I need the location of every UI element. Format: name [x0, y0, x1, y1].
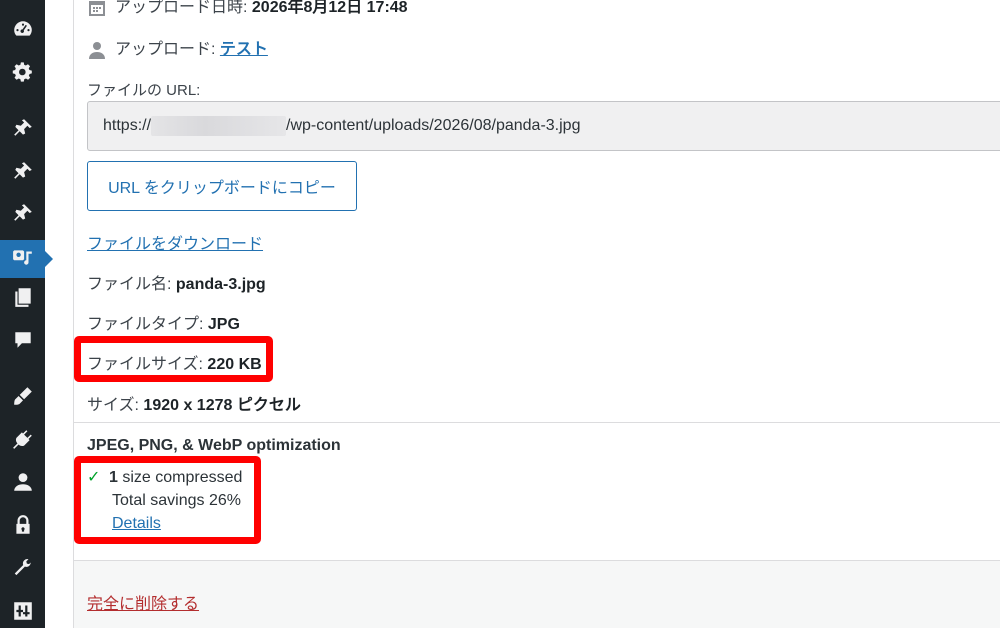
- file-name-row: ファイル名: panda-3.jpg: [87, 270, 266, 294]
- sidebar-item-dashboard[interactable]: [0, 14, 45, 48]
- sidebar-item-media[interactable]: [0, 240, 53, 278]
- comments-icon: [12, 329, 34, 356]
- media-icon: [12, 246, 34, 273]
- admin-sidebar: [0, 0, 53, 628]
- file-url-prefix: https://: [103, 117, 152, 134]
- sidebar-item-settings-top[interactable]: [0, 57, 45, 91]
- file-url-field[interactable]: https:// /wp-content/uploads/2026/08/pand…: [87, 101, 1000, 151]
- sidebar-item-pages[interactable]: [0, 282, 45, 316]
- upload-date-row: アップロード日時: 2026年8月12日 17:48: [87, 0, 408, 18]
- plugins-icon: [12, 428, 34, 455]
- pages-icon: [12, 286, 34, 313]
- file-name-label: ファイル名:: [87, 276, 172, 293]
- dimensions-label: サイズ:: [87, 397, 139, 414]
- dimensions-row: サイズ: 1920 x 1278 ピクセル: [87, 391, 301, 415]
- user-icon: [87, 40, 107, 60]
- compressed-row: ✓ 1 size compressed: [87, 466, 242, 489]
- pin-icon: [12, 160, 34, 187]
- optimization-title: JPEG, PNG, & WebP optimization: [87, 437, 341, 454]
- sidebar-item-posts[interactable]: [0, 113, 45, 147]
- copy-url-button[interactable]: URL をクリップボードにコピー: [87, 161, 357, 211]
- tools-icon: [12, 557, 34, 584]
- settings-icon: [12, 600, 34, 627]
- compressed-count: 1: [109, 469, 118, 486]
- uploader-link[interactable]: テスト: [220, 41, 268, 58]
- file-name-value: panda-3.jpg: [175, 276, 266, 293]
- file-type-label: ファイルタイプ:: [87, 316, 204, 333]
- download-file-link[interactable]: ファイルをダウンロード: [87, 230, 263, 254]
- file-url-label: ファイルの URL:: [87, 82, 201, 99]
- gear-icon: [12, 61, 34, 88]
- sidebar-item-settings[interactable]: [0, 596, 45, 628]
- file-url-path: /wp-content/uploads/2026/08/panda-3.jpg: [286, 117, 581, 134]
- total-savings: Total savings 26%: [112, 492, 241, 509]
- details-link[interactable]: Details: [112, 515, 161, 532]
- file-size-label: ファイルサイズ:: [87, 356, 203, 373]
- section-divider: [74, 422, 1000, 423]
- uploader-row: アップロード: テスト: [87, 35, 268, 60]
- uploader-label: アップロード:: [115, 41, 216, 58]
- dashboard-icon: [12, 18, 34, 45]
- actions-footer: 完全に削除する: [74, 560, 1000, 628]
- sidebar-item-posts-2[interactable]: [0, 156, 45, 190]
- calendar-icon: [87, 0, 107, 18]
- appearance-icon: [12, 385, 34, 412]
- sidebar-item-appearance[interactable]: [0, 381, 45, 415]
- sidebar-item-plugins[interactable]: [0, 424, 45, 458]
- sidebar-item-tools[interactable]: [0, 553, 45, 587]
- sidebar-item-comments[interactable]: [0, 325, 45, 359]
- optimization-summary: ✓ 1 size compressed Total savings 26% Det…: [87, 466, 242, 535]
- dimensions-value: 1920 x 1278 ピクセル: [143, 397, 301, 414]
- attachment-details-panel: アップロード日時: 2026年8月12日 17:48 アップロード: テスト フ…: [73, 0, 1000, 628]
- sidebar-item-users[interactable]: [0, 467, 45, 501]
- pin-icon: [12, 117, 34, 144]
- file-type-value: JPG: [207, 316, 240, 333]
- lock-icon: [12, 514, 34, 541]
- file-type-row: ファイルタイプ: JPG: [87, 310, 240, 334]
- delete-permanently-link[interactable]: 完全に削除する: [87, 590, 199, 614]
- file-size-row: ファイルサイズ: 220 KB: [87, 350, 262, 374]
- users-icon: [12, 471, 34, 498]
- compressed-text: size compressed: [117, 469, 243, 486]
- file-size-value: 220 KB: [207, 356, 262, 373]
- pin-icon: [12, 202, 34, 229]
- upload-date-label: アップロード日時:: [115, 0, 248, 16]
- checkmark-icon: ✓: [87, 469, 101, 486]
- redacted-domain: [151, 116, 287, 136]
- sidebar-item-security[interactable]: [0, 510, 45, 544]
- sidebar-item-posts-3[interactable]: [0, 198, 45, 232]
- upload-date-value: 2026年8月12日 17:48: [251, 0, 408, 16]
